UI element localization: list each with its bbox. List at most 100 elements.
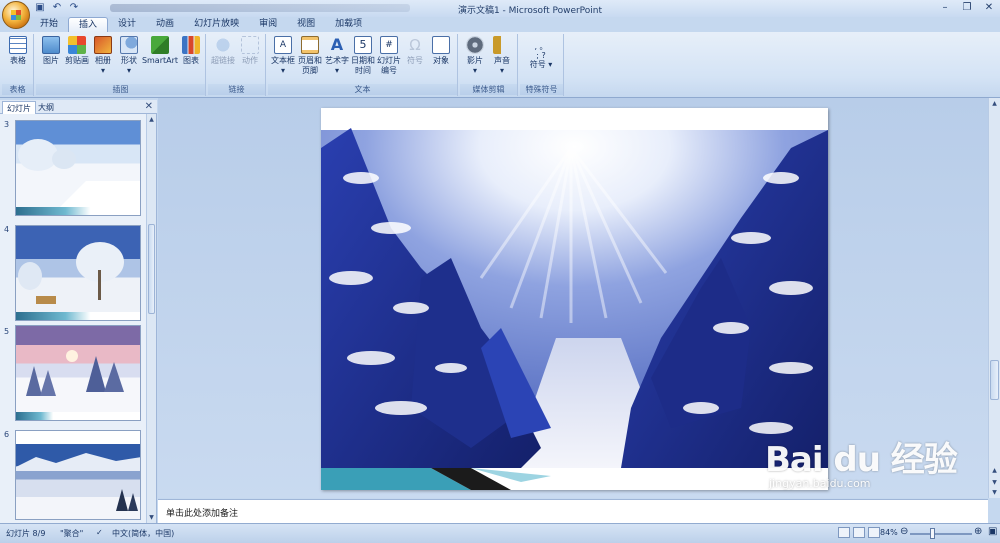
thumbnail-footer-band [16, 207, 140, 215]
view-buttons [838, 527, 880, 538]
symbol-icon: Ω [409, 36, 421, 54]
special-symbol-icon: , 。; ? [534, 42, 548, 60]
close-icon[interactable]: ✕ [145, 101, 153, 112]
theme-name: "聚合" [60, 529, 84, 538]
window-title: 演示文稿1 - Microsoft PowerPoint [457, 6, 603, 16]
special-symbol-button[interactable]: , 。; ? 符号 ▾ [526, 42, 556, 70]
scroll-down-icon[interactable]: ▼ [989, 489, 1000, 496]
thumbnail-number: 3 [4, 120, 10, 129]
picture-icon [42, 36, 60, 54]
slide-thumbnail-panel: 3 4 5 6 [0, 114, 157, 523]
tab-addins[interactable]: 加载项 [325, 17, 372, 32]
tab-review[interactable]: 审阅 [249, 17, 287, 32]
scroll-thumb[interactable] [990, 360, 999, 400]
group-table: 表格 表格 [2, 34, 34, 96]
slide-thumbnail-4[interactable] [15, 225, 141, 321]
textbox-button[interactable]: A 文本框 ▾ [268, 36, 298, 76]
slideshow-button[interactable] [868, 527, 880, 538]
smartart-button[interactable]: SmartArt [140, 36, 180, 66]
chart-button[interactable]: 图表 [176, 36, 206, 66]
header-footer-icon [301, 36, 319, 54]
maximize-button[interactable]: ❐ [956, 0, 978, 15]
spellcheck-icon[interactable]: ✓ [96, 528, 103, 537]
slide-thumbnail-3[interactable] [15, 120, 141, 216]
title-bar: ▣ ↶ ↷ 演示文稿1 - Microsoft PowerPoint – ❐ ✕ [0, 0, 1000, 17]
current-slide[interactable] [321, 108, 828, 490]
tab-slideshow[interactable]: 幻灯片放映 [184, 17, 249, 32]
window-controls: – ❐ ✕ [934, 0, 1000, 15]
group-label-special-symbols: 特殊符号 [520, 84, 563, 95]
notes-pane[interactable]: 单击此处添加备注 [158, 499, 988, 523]
panel-scrollbar[interactable]: ▲ ▼ [146, 114, 156, 523]
group-media: 影片 ▾ 声音 ▾ 媒体剪辑 [460, 34, 518, 96]
office-button[interactable] [2, 1, 30, 29]
slide-counter: 幻灯片 8/9 [6, 529, 46, 538]
group-label-illustrations: 插图 [36, 84, 205, 95]
group-special-symbols: , 。; ? 符号 ▾ 特殊符号 [520, 34, 564, 96]
action-button[interactable]: 动作 [235, 36, 265, 66]
scroll-thumb[interactable] [148, 224, 155, 314]
clipart-icon [68, 36, 86, 54]
group-illustrations: 图片 剪贴画 相册 ▾ 形状 ▾ SmartArt 图表 插图 [36, 34, 206, 96]
header-footer-button[interactable]: 页眉和页脚 [295, 36, 325, 76]
scroll-down-icon[interactable]: ▼ [147, 514, 156, 521]
tab-view[interactable]: 视图 [287, 17, 325, 32]
status-bar: 幻灯片 8/9 "聚合" ✓ 中文(简体，中国) 84% ⊖ ⊕ ▣ [0, 523, 1000, 543]
slide-sorter-button[interactable] [853, 527, 865, 538]
language-indicator[interactable]: 中文(简体，中国) [112, 528, 174, 539]
slide-thumbnail-6[interactable] [15, 430, 141, 520]
shapes-icon [120, 36, 138, 54]
close-button[interactable]: ✕ [978, 0, 1000, 15]
tab-outline[interactable]: 大纲 [34, 101, 58, 114]
notes-placeholder: 单击此处添加备注 [166, 509, 239, 519]
sound-button[interactable]: 声音 ▾ [487, 36, 517, 76]
tab-slides[interactable]: 幻灯片 [2, 101, 36, 114]
movie-button[interactable]: 影片 ▾ [460, 36, 490, 76]
hyperlink-button[interactable]: 超链接 [208, 36, 238, 66]
tab-home[interactable]: 开始 [30, 17, 68, 32]
tab-animation[interactable]: 动画 [146, 17, 184, 32]
group-text: A 文本框 ▾ 页眉和页脚 A 艺术字 ▾ 5 日期和时间 # 幻灯片编号 Ω 符号… [268, 34, 458, 96]
fit-window-icon[interactable]: ▣ [988, 526, 997, 537]
zoom-slider-knob[interactable] [930, 528, 935, 539]
scroll-up-icon[interactable]: ▲ [989, 100, 1000, 107]
zoom-slider[interactable] [910, 533, 972, 535]
thumbnail-footer-band [16, 412, 140, 420]
thumbnail-number: 6 [4, 430, 10, 439]
next-slide-icon[interactable]: ▼ [989, 479, 1000, 486]
datetime-icon: 5 [354, 36, 372, 54]
group-links: 超链接 动作 链接 [208, 34, 266, 96]
minimize-button[interactable]: – [934, 0, 956, 15]
normal-view-button[interactable] [838, 527, 850, 538]
snow-tree-illustration [18, 242, 124, 304]
table-button[interactable]: 表格 [3, 36, 33, 66]
ribbon: 表格 表格 图片 剪贴画 相册 ▾ 形状 ▾ SmartArt 图表 插图 超链… [0, 32, 1000, 98]
slide-number-icon: # [380, 36, 398, 54]
thumbnail-number: 5 [4, 327, 10, 336]
album-icon [94, 36, 112, 54]
watermark-logo: Bai du 经验 [765, 440, 958, 480]
zoom-level[interactable]: 84% [880, 528, 898, 537]
tab-insert[interactable]: 插入 [68, 17, 109, 32]
wordart-icon: A [330, 35, 344, 54]
tab-design[interactable]: 设计 [108, 17, 146, 32]
sound-icon [493, 36, 511, 54]
group-label-links: 链接 [208, 84, 265, 95]
thumbnail-footer-band [16, 312, 140, 320]
snow-forest-image [321, 108, 828, 490]
group-label-media: 媒体剪辑 [460, 84, 517, 95]
mountain-illustration [16, 453, 140, 511]
snow-tree-illustration [18, 139, 140, 211]
snow-tree-illustration [26, 350, 124, 396]
prev-slide-icon[interactable]: ▲ [989, 467, 1000, 474]
baidu-jingyan-watermark: Bai du 经验 jingyan.baidu.com [765, 432, 958, 490]
slide-thumbnail-5[interactable] [15, 325, 141, 421]
group-label-table: 表格 [2, 84, 33, 95]
table-icon [9, 36, 27, 54]
scroll-up-icon[interactable]: ▲ [147, 116, 156, 123]
thumbnail-number: 4 [4, 225, 10, 234]
zoom-out-icon[interactable]: ⊖ [900, 526, 908, 537]
object-button[interactable]: 对象 [426, 36, 456, 66]
zoom-in-icon[interactable]: ⊕ [974, 526, 982, 537]
editor-scrollbar[interactable]: ▲ ▲ ▼ ▼ [988, 98, 1000, 498]
